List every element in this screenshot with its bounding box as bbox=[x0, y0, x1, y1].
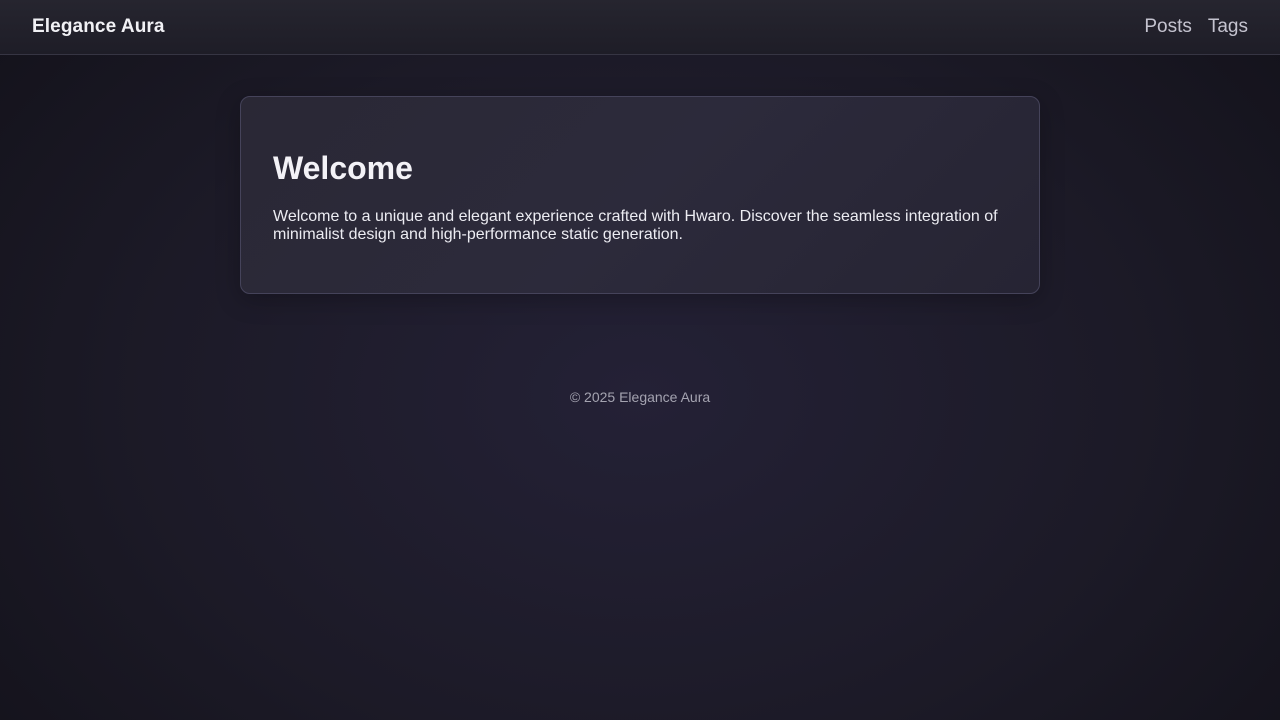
welcome-card: Welcome Welcome to a unique and elegant … bbox=[240, 96, 1040, 294]
copyright-text: © 2025 Elegance Aura bbox=[569, 389, 711, 405]
nav-link-tags[interactable]: Tags bbox=[1208, 16, 1248, 38]
site-header: Elegance Aura Posts Tags bbox=[0, 0, 1280, 55]
page-title: Welcome bbox=[273, 150, 413, 186]
site-brand-link[interactable]: Elegance Aura bbox=[32, 16, 165, 38]
main-nav: Posts Tags bbox=[1144, 16, 1248, 38]
nav-link-posts[interactable]: Posts bbox=[1144, 16, 1192, 38]
welcome-text: Welcome to a unique and elegant experien… bbox=[273, 208, 998, 243]
site-footer: © 2025 Elegance Aura bbox=[0, 389, 1280, 405]
